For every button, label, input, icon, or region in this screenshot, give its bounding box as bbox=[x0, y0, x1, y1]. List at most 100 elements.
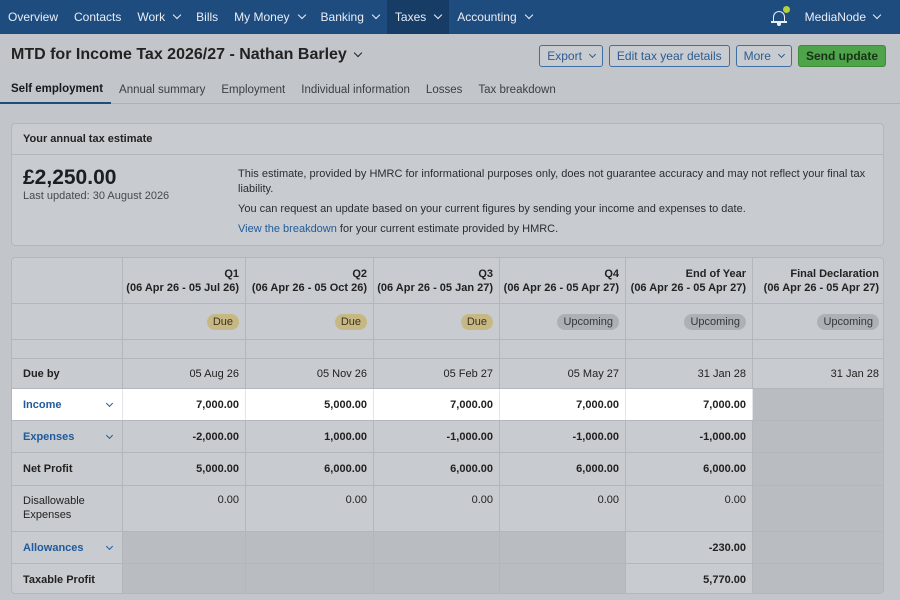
expenses-toggle[interactable]: Expenses bbox=[12, 421, 123, 452]
status-badge: Upcoming bbox=[557, 313, 619, 330]
nav-accounting[interactable]: Accounting bbox=[449, 0, 539, 34]
income-value: 7,000.00 bbox=[500, 389, 626, 420]
net-profit-value: 6,000.00 bbox=[246, 453, 374, 485]
org-switcher[interactable]: MediaNode bbox=[805, 10, 866, 24]
row-label: Taxable Profit bbox=[12, 564, 123, 593]
due-date: 05 Feb 27 bbox=[374, 359, 500, 388]
disclaimer-text: This estimate, provided by HMRC for info… bbox=[238, 168, 866, 195]
nav-label: Work bbox=[137, 10, 166, 24]
chevron-down-icon bbox=[588, 50, 596, 59]
nav-label: Taxes bbox=[394, 10, 427, 24]
income-value: 7,000.00 bbox=[626, 389, 753, 420]
tab-annual-summary[interactable]: Annual summary bbox=[111, 76, 213, 104]
taxable-value bbox=[123, 564, 246, 593]
col-range: (06 Apr 26 - 05 Jan 27) bbox=[377, 281, 493, 294]
taxable-value bbox=[753, 564, 883, 593]
nav-my-money[interactable]: My Money bbox=[226, 0, 312, 34]
view-breakdown-link[interactable]: View the breakdown bbox=[238, 223, 337, 235]
spacer-cell bbox=[12, 340, 123, 358]
expenses-row[interactable]: Expenses -2,000.00 1,000.00 -1,000.00 -1… bbox=[12, 421, 883, 453]
status-cell: Due bbox=[374, 304, 500, 339]
allowances-toggle[interactable]: Allowances bbox=[12, 532, 123, 563]
col-header-q2: Q2 (06 Apr 26 - 05 Oct 26) bbox=[246, 258, 374, 303]
col-header-end-of-year: End of Year (06 Apr 26 - 05 Apr 27) bbox=[626, 258, 753, 303]
col-header-q1: Q1 (06 Apr 26 - 05 Jul 26) bbox=[123, 258, 246, 303]
nav-overview[interactable]: Overview bbox=[0, 0, 66, 34]
allowances-value bbox=[753, 532, 883, 563]
more-button[interactable]: More bbox=[735, 45, 792, 67]
chevron-down-icon bbox=[105, 399, 114, 407]
col-header-q3: Q3 (06 Apr 26 - 05 Jan 27) bbox=[374, 258, 500, 303]
nav-taxes[interactable]: Taxes bbox=[386, 0, 450, 34]
nav-right: MediaNode bbox=[770, 0, 900, 34]
allowances-value bbox=[374, 532, 500, 563]
disallowable-value: 0.00 bbox=[500, 486, 626, 531]
expenses-value: -1,000.00 bbox=[374, 421, 500, 452]
col-range: (06 Apr 26 - 05 Jul 26) bbox=[126, 281, 239, 294]
quarterly-table: Q1 (06 Apr 26 - 05 Jul 26) Q2 (06 Apr 26 -… bbox=[11, 257, 884, 594]
taxable-value bbox=[246, 564, 374, 593]
spacer-cell bbox=[753, 340, 883, 358]
edit-tax-year-button[interactable]: Edit tax year details bbox=[608, 45, 730, 67]
expenses-value: -1,000.00 bbox=[500, 421, 626, 452]
chevron-down-icon[interactable] bbox=[872, 10, 882, 20]
net-profit-value bbox=[753, 453, 883, 485]
col-name: End of Year bbox=[685, 267, 746, 280]
tab-individual-information[interactable]: Individual information bbox=[293, 76, 418, 104]
status-cell: Due bbox=[123, 304, 246, 339]
tax-estimate-card: Your annual tax estimate £2,250.00 Last … bbox=[11, 123, 884, 246]
disallowable-value: 0.00 bbox=[246, 486, 374, 531]
notification-bell-icon[interactable] bbox=[770, 5, 791, 26]
spacer-cell bbox=[500, 340, 626, 358]
nav-label: Bills bbox=[196, 10, 219, 24]
tab-tax-breakdown[interactable]: Tax breakdown bbox=[470, 76, 563, 104]
nav-label: My Money bbox=[234, 10, 290, 24]
last-updated: Last updated: 30 August 2026 bbox=[23, 190, 170, 202]
status-badge: Due bbox=[460, 313, 493, 330]
nav-work[interactable]: Work bbox=[129, 0, 188, 34]
chevron-down-icon bbox=[297, 10, 306, 20]
nav-label: Overview bbox=[8, 10, 59, 24]
due-date: 05 May 27 bbox=[500, 359, 626, 388]
table-header-row: Q1 (06 Apr 26 - 05 Jul 26) Q2 (06 Apr 26 -… bbox=[12, 258, 883, 304]
income-row[interactable]: Income 7,000.00 5,000.00 7,000.00 7,000.… bbox=[12, 389, 883, 421]
col-range: (06 Apr 26 - 05 Apr 27) bbox=[763, 281, 879, 294]
col-name: Q1 bbox=[224, 267, 239, 280]
estimate-notes: This estimate, provided by HMRC for info… bbox=[238, 167, 868, 242]
income-value bbox=[753, 389, 883, 420]
export-button[interactable]: Export bbox=[539, 45, 603, 67]
taxable-value bbox=[500, 564, 626, 593]
send-update-button[interactable]: Send update bbox=[797, 45, 886, 67]
chevron-down-icon bbox=[105, 431, 114, 439]
tab-losses[interactable]: Losses bbox=[418, 76, 470, 104]
income-value: 7,000.00 bbox=[374, 389, 500, 420]
status-cell: Upcoming bbox=[500, 304, 626, 339]
status-cell: Upcoming bbox=[753, 304, 883, 339]
net-profit-value: 6,000.00 bbox=[626, 453, 753, 485]
nav-banking[interactable]: Banking bbox=[313, 0, 387, 34]
nav-label: Banking bbox=[320, 10, 364, 24]
income-toggle[interactable]: Income bbox=[12, 389, 123, 420]
due-date: 05 Nov 26 bbox=[246, 359, 374, 388]
col-header-final-declaration: Final Declaration (06 Apr 26 - 05 Apr 27) bbox=[753, 258, 883, 303]
breakdown-text: View the breakdown for your current esti… bbox=[238, 222, 868, 237]
update-text: You can request an update based on your … bbox=[238, 203, 746, 215]
spacer-cell bbox=[374, 340, 500, 358]
nav-bills[interactable]: Bills bbox=[188, 0, 226, 34]
spacer-cell bbox=[626, 340, 753, 358]
chevron-down-icon[interactable] bbox=[353, 48, 363, 58]
expenses-value: -2,000.00 bbox=[123, 421, 246, 452]
disallowable-value bbox=[753, 486, 883, 531]
chevron-down-icon bbox=[777, 50, 786, 59]
allowances-row[interactable]: Allowances -230.00 bbox=[12, 532, 883, 564]
status-cell: Upcoming bbox=[626, 304, 753, 339]
tab-self-employment[interactable]: Self employment bbox=[0, 76, 112, 104]
tab-employment[interactable]: Employment bbox=[213, 76, 293, 104]
page-title[interactable]: MTD for Income Tax 2026/27 - Nathan Barl… bbox=[11, 46, 363, 64]
disallowable-value: 0.00 bbox=[374, 486, 500, 531]
row-label: Disallowable Expenses bbox=[12, 486, 123, 531]
net-profit-row: Net Profit 5,000.00 6,000.00 6,000.00 6,… bbox=[12, 453, 883, 486]
card-heading: Your annual tax estimate bbox=[12, 124, 883, 155]
spacer-row bbox=[12, 340, 883, 359]
nav-contacts[interactable]: Contacts bbox=[66, 0, 129, 34]
